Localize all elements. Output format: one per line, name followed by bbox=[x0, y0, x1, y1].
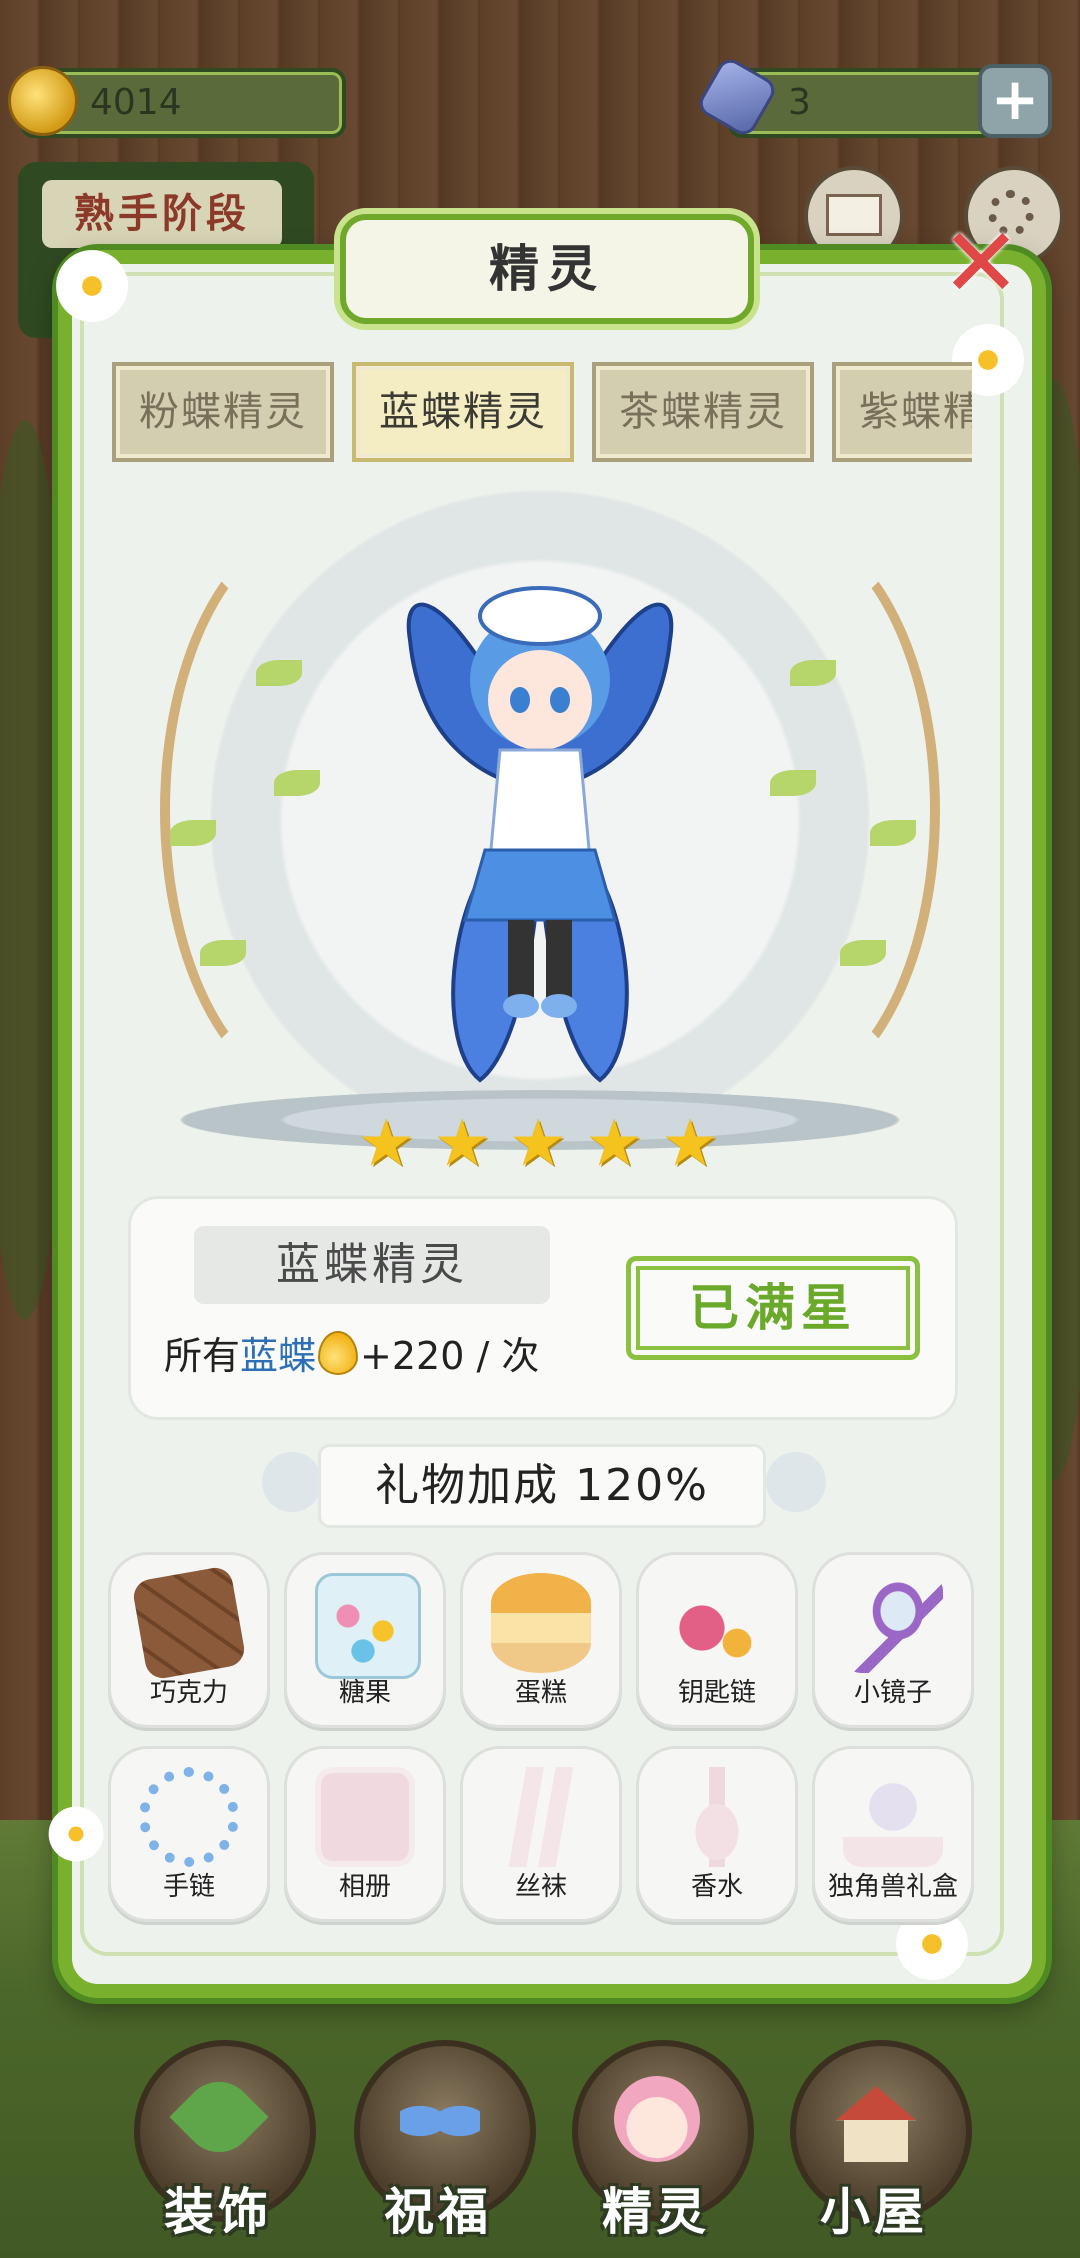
leaf-icon bbox=[790, 660, 836, 686]
fairy-tabs: 粉蝶精灵 蓝蝶精灵 茶蝶精灵 紫蝶精灵 bbox=[112, 362, 972, 466]
leaf-icon bbox=[770, 770, 816, 796]
gift-slot[interactable]: 丝袜 bbox=[460, 1746, 622, 1922]
fairy-icon bbox=[614, 2076, 700, 2162]
mirror-icon bbox=[843, 1573, 943, 1673]
nav-decorate-label: 装饰 bbox=[164, 2183, 272, 2241]
nav-cottage-label: 小屋 bbox=[820, 2183, 928, 2241]
gift-label: 巧克力 bbox=[149, 1678, 228, 1708]
leaf-icon bbox=[870, 820, 916, 846]
gift-label: 糖果 bbox=[338, 1678, 391, 1708]
star-rating: ★ ★ ★ ★ ★ bbox=[354, 1112, 734, 1176]
envelope-icon bbox=[826, 194, 882, 236]
gift-label: 丝袜 bbox=[514, 1872, 567, 1902]
gift-slot[interactable]: 蛋糕 bbox=[460, 1552, 622, 1728]
bracelet-icon bbox=[139, 1767, 239, 1867]
tab-blue-fairy[interactable]: 蓝蝶精灵 bbox=[352, 362, 574, 462]
wing-decoration-icon bbox=[766, 1452, 826, 1512]
bonus-value: +220 bbox=[360, 1334, 465, 1378]
chocolate-icon bbox=[131, 1565, 247, 1681]
keychain-icon bbox=[667, 1573, 767, 1673]
max-star-button[interactable]: 已满星 bbox=[626, 1256, 920, 1360]
close-button[interactable]: ✕ bbox=[938, 215, 1024, 311]
butterfly-icon bbox=[400, 2086, 480, 2156]
perfume-icon bbox=[667, 1767, 767, 1867]
gift-slot[interactable]: 手链 bbox=[108, 1746, 270, 1922]
gift-slot[interactable]: 相册 bbox=[284, 1746, 446, 1922]
gift-slot[interactable]: 小镜子 bbox=[812, 1552, 974, 1728]
star-icon: ★ bbox=[433, 1107, 491, 1181]
unicorn-box-icon bbox=[843, 1767, 943, 1867]
modal-title: 精灵 bbox=[340, 214, 754, 324]
gift-label: 小镜子 bbox=[853, 1678, 932, 1708]
fairy-name: 蓝蝶精灵 bbox=[194, 1226, 550, 1304]
star-icon: ★ bbox=[661, 1107, 719, 1181]
photo-album-icon bbox=[315, 1767, 415, 1867]
nav-fairy-label: 精灵 bbox=[602, 2183, 710, 2241]
gift-bonus-label: 礼物加成 120% bbox=[318, 1444, 766, 1528]
bonus-suffix: / 次 bbox=[464, 1334, 540, 1378]
daisy-decoration-icon bbox=[50, 244, 134, 328]
blue-butterfly-fairy-icon bbox=[406, 586, 674, 1083]
stockings-icon bbox=[491, 1767, 591, 1867]
gift-slot[interactable]: 钥匙链 bbox=[636, 1552, 798, 1728]
leaf-icon bbox=[256, 660, 302, 686]
tab-pink-fairy[interactable]: 粉蝶精灵 bbox=[112, 362, 334, 462]
gift-slot[interactable]: 糖果 bbox=[284, 1552, 446, 1728]
gift-label: 手链 bbox=[162, 1872, 215, 1902]
house-icon bbox=[836, 2086, 916, 2162]
candy-jar-icon bbox=[315, 1573, 421, 1679]
tab-tea-fairy[interactable]: 茶蝶精灵 bbox=[592, 362, 814, 462]
bonus-description: 所有蓝蝶 +220 / 次 bbox=[164, 1326, 539, 1386]
bonus-target: 蓝蝶 bbox=[240, 1334, 317, 1378]
gift-slot[interactable]: 巧克力 bbox=[108, 1552, 270, 1728]
coin-value: 4014 bbox=[90, 82, 182, 123]
gift-label: 相册 bbox=[338, 1872, 391, 1902]
honey-drop-icon bbox=[318, 1331, 359, 1375]
cake-icon bbox=[491, 1573, 591, 1673]
bonus-prefix: 所有 bbox=[164, 1334, 241, 1378]
leaf-icon bbox=[840, 940, 886, 966]
gift-label: 钥匙链 bbox=[677, 1678, 756, 1708]
star-icon: ★ bbox=[585, 1107, 643, 1181]
tab-purple-fairy[interactable]: 紫蝶精灵 bbox=[832, 362, 972, 462]
coin-icon bbox=[8, 66, 78, 136]
gift-label: 蛋糕 bbox=[514, 1678, 567, 1708]
gift-slot[interactable]: 独角兽礼盒 bbox=[812, 1746, 974, 1922]
star-icon: ★ bbox=[509, 1107, 567, 1181]
leaf-icon bbox=[274, 770, 320, 796]
wing-decoration-icon bbox=[262, 1452, 322, 1512]
nav-blessing-label: 祝福 bbox=[384, 2183, 492, 2241]
daisy-decoration-icon bbox=[44, 1802, 108, 1866]
gift-label: 独角兽礼盒 bbox=[827, 1872, 958, 1902]
plant-icon bbox=[169, 2067, 269, 2167]
add-gems-button[interactable]: + bbox=[978, 64, 1052, 138]
leaf-icon bbox=[170, 820, 216, 846]
gift-slot[interactable]: 香水 bbox=[636, 1746, 798, 1922]
stage-label: 熟手阶段 bbox=[42, 180, 282, 248]
gift-label: 香水 bbox=[690, 1872, 743, 1902]
leaf-icon bbox=[200, 940, 246, 966]
gem-value: 3 bbox=[788, 82, 811, 123]
star-icon: ★ bbox=[357, 1107, 415, 1181]
